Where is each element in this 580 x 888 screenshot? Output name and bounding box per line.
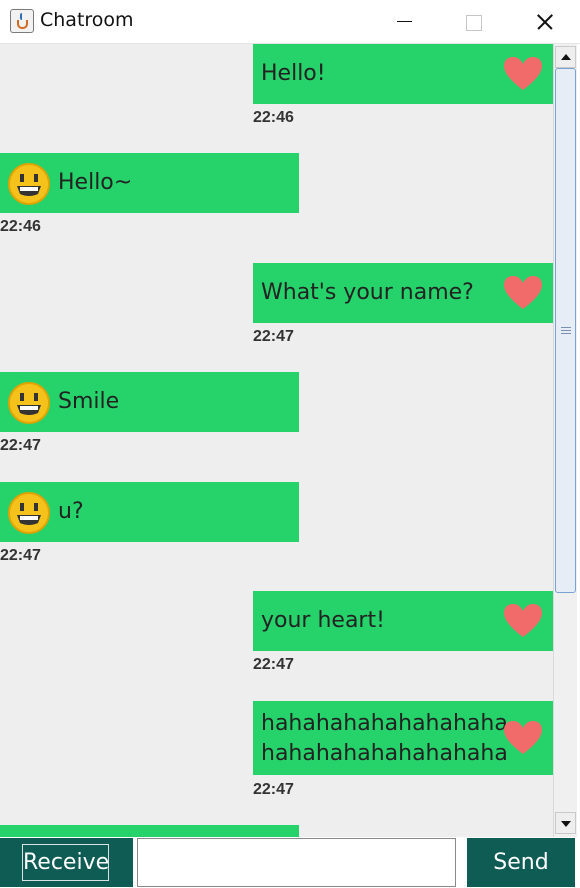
close-icon[interactable] (508, 0, 578, 44)
heart-icon (503, 275, 543, 311)
vertical-scrollbar[interactable] (553, 44, 577, 837)
message-text: Hello! (261, 61, 326, 86)
window-title: Chatroom (40, 9, 134, 31)
message-bubble: hahahahahahahahaha hahahahahahahahaha (253, 701, 553, 775)
send-button[interactable]: Send (467, 838, 575, 887)
heart-icon (503, 56, 543, 92)
message-timestamp: 22:47 (0, 547, 41, 564)
message-timestamp: 22:47 (253, 328, 294, 345)
smiley-icon (8, 492, 50, 534)
receive-button-label: Receive (22, 844, 109, 881)
message-timestamp: 22:47 (253, 781, 294, 798)
heart-icon (503, 720, 543, 756)
message-text: Hello~ (58, 170, 133, 195)
message-timestamp: 22:46 (253, 109, 294, 126)
heart-icon (503, 603, 543, 639)
title-bar: Chatroom (0, 0, 580, 44)
input-bar: Receive Send (0, 837, 580, 888)
message-input[interactable] (137, 838, 456, 887)
message-text: hahahahahahahahaha (261, 711, 508, 736)
chat-area: Hello! 22:46 Hello~ 22:46 What's your na… (0, 44, 553, 837)
receive-button[interactable]: Receive (0, 838, 133, 887)
message-text: hahahahahahahahaha (261, 741, 508, 766)
message-timestamp: 22:47 (253, 656, 294, 673)
scroll-thumb[interactable] (555, 68, 576, 593)
message-text: u? (58, 499, 84, 524)
message-timestamp: 22:46 (0, 218, 41, 235)
message-bubble: your heart! (253, 591, 553, 651)
java-cup-icon (10, 9, 34, 33)
message-bubble: What's your name? (253, 263, 553, 323)
scroll-up-arrow-icon[interactable] (555, 46, 576, 68)
message-text: Smile (58, 389, 120, 414)
smiley-icon (8, 163, 50, 205)
message-bubble: u? (0, 482, 299, 542)
message-bubble: Smile (0, 372, 299, 432)
message-text: What's your name? (261, 280, 474, 305)
message-bubble-partial (0, 825, 299, 837)
maximize-icon[interactable] (438, 0, 508, 44)
smiley-icon (8, 382, 50, 424)
message-bubble: Hello! (253, 44, 553, 104)
message-bubble: Hello~ (0, 153, 299, 213)
message-timestamp: 22:47 (0, 437, 41, 454)
message-text: your heart! (261, 608, 385, 633)
scroll-down-arrow-icon[interactable] (555, 812, 576, 834)
minimize-icon[interactable] (369, 0, 439, 44)
